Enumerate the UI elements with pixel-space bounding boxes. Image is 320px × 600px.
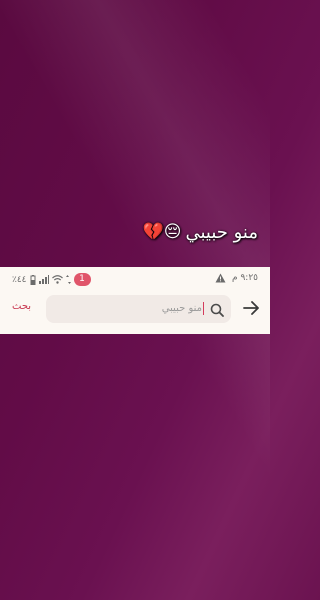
search-query-text: منو حبيبي (161, 303, 202, 314)
search-bar-row: بحث منو حبيبي (0, 294, 270, 326)
warning-icon (215, 273, 226, 283)
battery-icon (30, 274, 36, 285)
status-left-group: ٪٤٤ 1 (12, 273, 91, 286)
phone-screenshot-panel: ٪٤٤ 1 ٩:٢٥ م بحث منو حبيبي (0, 267, 270, 334)
notification-badge: 1 (73, 273, 91, 286)
search-query-wrap: منو حبيبي (162, 302, 204, 315)
back-arrow-icon[interactable] (242, 299, 260, 321)
caption-emojis: 😔💔 (142, 222, 182, 242)
text-caret (203, 302, 204, 315)
search-input[interactable]: منو حبيبي (46, 295, 231, 323)
battery-percent: ٪٤٤ (12, 274, 27, 285)
caption-text: منو حبيبي (185, 222, 258, 243)
data-arrows-icon (65, 275, 71, 284)
search-icon (210, 302, 224, 321)
wifi-icon (51, 275, 63, 284)
status-bar: ٪٤٤ 1 ٩:٢٥ م (0, 267, 270, 291)
video-caption: منو حبيبي 😔💔 (143, 222, 258, 243)
status-time: ٩:٢٥ م (232, 273, 258, 283)
search-action-button[interactable]: بحث (12, 301, 31, 312)
signal-icon (38, 275, 49, 284)
status-right-group: ٩:٢٥ م (215, 273, 258, 283)
